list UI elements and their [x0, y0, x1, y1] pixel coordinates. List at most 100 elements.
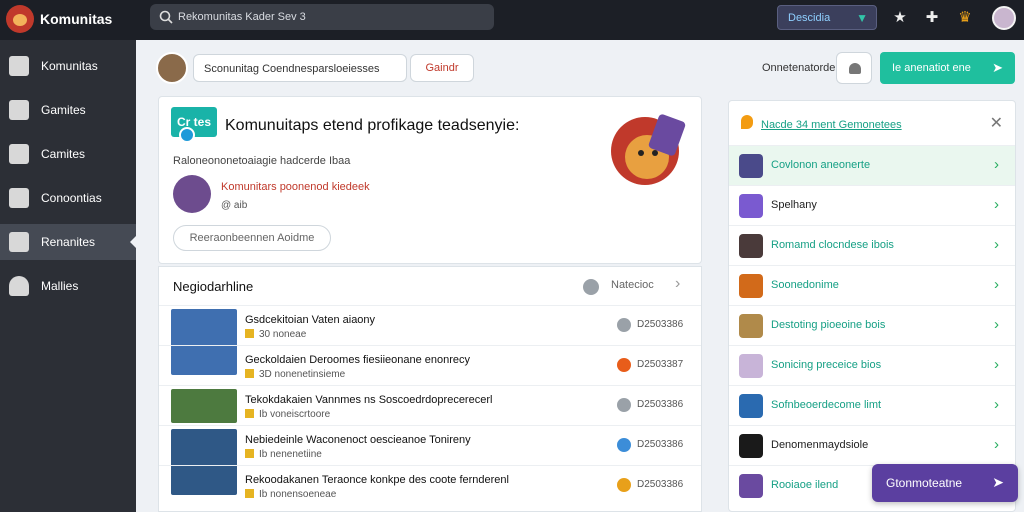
sidebar-item-mallies[interactable]: Mallies — [0, 268, 136, 304]
desc-button[interactable]: Descidia ▼ — [777, 5, 877, 30]
item-icon — [739, 474, 763, 498]
post-input[interactable]: Sconunitag Coendnesparsloeiesses — [193, 54, 407, 82]
desc-button-label: Descidia — [788, 12, 831, 24]
trophy-icon[interactable]: ♛ — [955, 8, 975, 28]
list-item[interactable]: Gsdcekitoian Vaten aiaony 30 noneae D250… — [159, 305, 701, 375]
panel-item-label: Soonedonime — [771, 279, 839, 291]
list-title: Negiodarhline — [173, 279, 254, 294]
floating-action-button[interactable]: Gtonmoteatne ➤ — [872, 464, 1018, 502]
panel-item[interactable]: Sonicing preceice bios › — [729, 345, 1015, 385]
create-button-label: Ie anenatiot ene — [892, 62, 971, 74]
active-caret — [130, 235, 137, 249]
sidebar-item-camites[interactable]: Camites — [0, 136, 136, 172]
item-meta: Ib nonensoeneae — [245, 489, 336, 500]
gaindr-button[interactable]: Gaindr — [410, 54, 474, 82]
item-title: Tekokdakaien Vannmes ns Soscoedrdoprecer… — [245, 394, 493, 406]
panel-item[interactable]: Romamd clocndese ibois › — [729, 225, 1015, 265]
sidebar-item-label: Komunitas — [41, 59, 98, 73]
panel-item-label: Covlonon aneonerte — [771, 159, 871, 171]
author-meta: @ aib — [221, 200, 248, 211]
search-input[interactable]: Rekomunitas Kader Sev 3 — [150, 4, 494, 30]
panel-item[interactable]: Sofnbeoerdecome limt › — [729, 385, 1015, 425]
feature-subtitle: Raloneononetoaiagie hadcerde Ibaa — [173, 155, 351, 167]
chevron-right-icon: › — [994, 236, 999, 253]
panel-item[interactable]: Spelhany › — [729, 185, 1015, 225]
status-icon — [617, 358, 631, 372]
feature-title: Komunuitaps etend profikage teadsenyie: — [225, 117, 520, 134]
item-icon — [739, 394, 763, 418]
sidebar-item-label: Mallies — [41, 279, 79, 293]
sidebar-item-label: Gamites — [41, 103, 86, 117]
filter-icon: ▼ — [856, 11, 868, 25]
chevron-right-icon: › — [994, 156, 999, 173]
suggestions-panel: Nacde 34 ment Gemonetees ✕ Covlonon aneo… — [728, 100, 1016, 512]
close-icon[interactable]: ✕ — [990, 113, 1003, 133]
sidebar-item-conoontias[interactable]: Conoontias — [0, 180, 136, 216]
home-icon — [9, 232, 29, 252]
panel-item-label: Sofnbeoerdecome limt — [771, 399, 882, 411]
panel-item[interactable]: Denomenmaydsiole › — [729, 425, 1015, 465]
item-number: D2503386 — [637, 479, 684, 490]
item-icon — [739, 354, 763, 378]
floating-button-label: Gtonmoteatne — [886, 476, 963, 490]
item-title: Geckoldaien Deroomes fiesiieonane enonre… — [245, 354, 471, 366]
list-filter-label[interactable]: Natecioc — [611, 279, 654, 291]
profile-avatar[interactable] — [156, 52, 188, 84]
item-meta: 3D nonenetinsieme — [245, 369, 345, 380]
item-meta: 30 noneae — [245, 329, 306, 340]
sort-label: Onnetenatorde — [762, 62, 836, 74]
mascot-illustration — [611, 114, 686, 185]
puzzle-icon[interactable]: ✚ — [922, 8, 942, 28]
star-icon[interactable]: ★ — [890, 8, 910, 28]
panel-title[interactable]: Nacde 34 ment Gemonetees — [761, 119, 902, 131]
list-item[interactable]: Rekoodakanen Teraonce konkpe des coote f… — [159, 465, 701, 505]
status-icon — [617, 398, 631, 412]
panel-item-label: Destoting pioeoine bois — [771, 319, 886, 331]
chevron-right-icon[interactable]: › — [675, 275, 680, 293]
sidebar-item-gamites[interactable]: Gamites — [0, 92, 136, 128]
home-icon — [9, 56, 29, 76]
item-number: D2503386 — [637, 399, 684, 410]
chevron-right-icon: › — [994, 276, 999, 293]
item-title: Rekoodakanen Teraonce konkpe des coote f… — [245, 474, 509, 486]
sidebar-item-label: Camites — [41, 147, 86, 161]
app-name[interactable]: Komunitas — [40, 11, 112, 27]
item-icon — [739, 234, 763, 258]
item-icon — [739, 274, 763, 298]
item-number: D2503387 — [637, 359, 684, 370]
panel-item-label: Sonicing preceice bios — [771, 359, 882, 371]
app-logo[interactable] — [6, 5, 34, 33]
item-icon — [739, 314, 763, 338]
content-list: Negiodarhline Natecioc › Gsdcekitoian Va… — [158, 266, 702, 512]
sidebar-item-label: Conoontias — [41, 191, 102, 205]
panel-item[interactable]: Destoting pioeoine bois › — [729, 305, 1015, 345]
list-item[interactable]: Nebiedeinle Waconenoct oescieanoe Tonire… — [159, 425, 701, 495]
item-meta: Ib voneiscrtoore — [245, 409, 330, 420]
gamepad-icon — [9, 100, 29, 120]
chevron-right-icon: › — [994, 436, 999, 453]
item-number: D2503386 — [637, 319, 684, 330]
author-name[interactable]: Komunitars poonenod kiedeek — [221, 181, 370, 193]
user-avatar[interactable] — [992, 6, 1016, 30]
panel-item-label: Romamd clocndese ibois — [771, 239, 894, 251]
monitor-icon — [9, 188, 29, 208]
sidebar: Komunitas Gamites Camites Conoontias Ren… — [0, 40, 137, 512]
list-item[interactable]: Tekokdakaien Vannmes ns Soscoedrdoprecer… — [159, 385, 701, 425]
create-button[interactable]: Ie anenatiot ene ➤ — [880, 52, 1015, 84]
notification-button[interactable] — [836, 52, 872, 84]
chevron-right-icon: › — [994, 316, 999, 333]
chevron-right-icon: › — [994, 396, 999, 413]
search-text: Rekomunitas Kader Sev 3 — [178, 11, 306, 23]
sidebar-item-komunitas[interactable]: Komunitas — [0, 48, 136, 84]
panel-item[interactable]: Soonedonime › — [729, 265, 1015, 305]
radio-icon[interactable] — [583, 279, 599, 295]
author-avatar[interactable] — [173, 175, 211, 213]
list-item[interactable]: Geckoldaien Deroomes fiesiieonane enonre… — [159, 345, 701, 385]
sidebar-item-label: Renanites — [41, 235, 96, 249]
box-icon — [9, 144, 29, 164]
panel-item[interactable]: Covlonon aneonerte › — [729, 145, 1015, 185]
recommend-button[interactable]: Reeraonbeennen Aoidme — [173, 225, 331, 251]
status-icon — [617, 438, 631, 452]
sidebar-item-renanites[interactable]: Renanites — [0, 224, 137, 260]
top-bar: Komunitas Rekomunitas Kader Sev 3 Descid… — [0, 0, 1024, 40]
